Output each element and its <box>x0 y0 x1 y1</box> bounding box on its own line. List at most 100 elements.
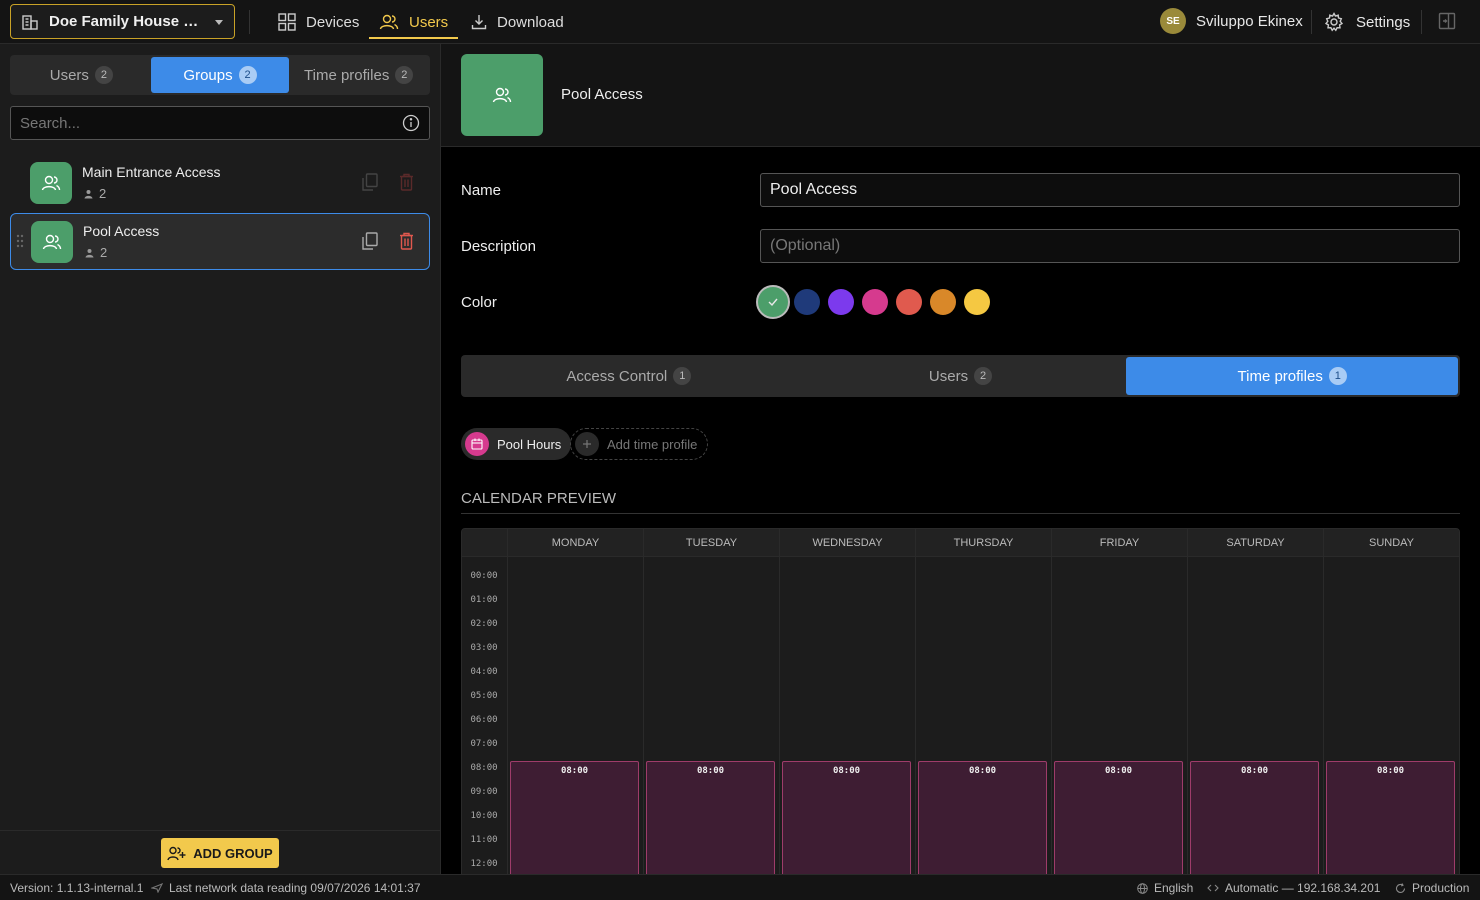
divider <box>461 513 1460 514</box>
color-label: Color <box>461 294 497 311</box>
group-name: Main Entrance Access <box>82 164 221 180</box>
calendar-block-start: 08:00 <box>1104 766 1133 776</box>
nav-users[interactable]: Users <box>368 0 459 44</box>
search-box <box>10 106 430 140</box>
duplicate-icon[interactable] <box>362 232 378 250</box>
tab-time-profiles-label: Time profiles <box>1237 367 1323 385</box>
status-bar: Version: 1.1.13-internal.1 Last network … <box>0 874 1480 900</box>
calendar-hour-label: 12:00 <box>470 859 498 869</box>
group-count-value: 2 <box>99 186 107 201</box>
calendar-day-header: SUNDAY <box>1323 529 1459 557</box>
project-selector[interactable]: Doe Family House Pro... <box>10 4 235 39</box>
calendar-time-block[interactable]: 08:00 <box>1326 761 1455 874</box>
color-swatch[interactable] <box>862 289 888 315</box>
calendar-time-block[interactable]: 08:00 <box>1054 761 1183 874</box>
language-selector[interactable]: English <box>1137 881 1193 895</box>
color-swatch[interactable] <box>896 289 922 315</box>
info-icon[interactable] <box>402 114 420 132</box>
color-swatch[interactable] <box>930 289 956 315</box>
calendar-block-start: 08:00 <box>560 766 589 776</box>
user-menu[interactable]: SE Sviluppo Ekinex <box>1160 8 1303 34</box>
trash-icon[interactable] <box>399 173 414 191</box>
duplicate-icon[interactable] <box>362 173 378 191</box>
nav-devices[interactable]: Devices <box>278 0 359 44</box>
calendar-hour-label: 11:00 <box>470 835 498 845</box>
calendar-block-start: 08:00 <box>696 766 725 776</box>
caret-down-icon <box>215 19 223 25</box>
tab-users-label: Users <box>49 66 89 84</box>
signal-icon <box>151 883 163 893</box>
calendar-time-block[interactable]: 08:00 <box>1190 761 1319 874</box>
users-icon <box>492 87 512 103</box>
tab-users[interactable]: Users 2 <box>795 357 1127 395</box>
check-icon <box>768 298 778 307</box>
tab-groups[interactable]: Groups 2 <box>150 57 290 93</box>
calendar-hour-label: 10:00 <box>470 811 498 821</box>
group-avatar-large <box>461 54 543 136</box>
tab-time-profiles-count: 2 <box>395 66 414 84</box>
calendar-hour-label: 08:00 <box>470 763 498 773</box>
calendar-preview: MONDAY TUESDAY WEDNESDAY THURSDAY FRIDAY SATU… <box>461 528 1460 874</box>
project-name: Doe Family House Pro... <box>49 13 204 30</box>
gear-icon <box>1324 12 1344 32</box>
calendar-hour-label: 02:00 <box>470 619 498 629</box>
environment-text: Production <box>1412 881 1470 895</box>
group-name: Pool Access <box>83 223 160 239</box>
nav-users-label: Users <box>409 13 449 31</box>
calendar-hour-label: 01:00 <box>470 595 498 605</box>
calendar-hour-label: 00:00 <box>470 571 498 581</box>
tab-users-label: Users <box>928 367 969 385</box>
trash-icon[interactable] <box>399 232 414 250</box>
avatar: SE <box>1160 8 1186 34</box>
calendar-block-start: 08:00 <box>832 766 861 776</box>
time-profile-chip[interactable]: Pool Hours <box>461 428 572 460</box>
list-item[interactable]: Pool Access 2 <box>10 213 430 270</box>
calendar-time-block[interactable]: 08:00 <box>646 761 775 874</box>
color-swatch[interactable] <box>828 289 854 315</box>
tab-time-profiles[interactable]: Time profiles 2 <box>289 57 428 93</box>
calendar-time-block[interactable]: 08:00 <box>782 761 911 874</box>
drag-handle-icon[interactable] <box>16 234 24 248</box>
plus-icon <box>575 432 599 456</box>
color-swatch[interactable] <box>756 285 790 319</box>
calendar-corner <box>462 529 507 557</box>
group-avatar <box>30 162 72 204</box>
calendar-day-header: SATURDAY <box>1187 529 1323 557</box>
calendar-block-start: 08:00 <box>968 766 997 776</box>
list-item[interactable]: Main Entrance Access 2 <box>10 155 430 212</box>
tab-time-profiles[interactable]: Time profiles 1 <box>1126 357 1459 395</box>
name-field[interactable] <box>760 173 1460 207</box>
left-panel: Users 2 Groups 2 Time profiles 2 Main En… <box>0 44 441 874</box>
tab-groups-label: Groups <box>183 66 233 84</box>
tab-access-control[interactable]: Access Control 1 <box>463 357 795 395</box>
nav-download[interactable]: Download <box>471 0 564 44</box>
logout-icon[interactable] <box>1438 12 1456 30</box>
tab-access-control-label: Access Control <box>566 367 668 385</box>
time-profile-chip-label: Pool Hours <box>497 436 562 452</box>
calendar-time-block[interactable]: 08:00 <box>510 761 639 874</box>
calendar-time-block[interactable]: 08:00 <box>918 761 1047 874</box>
calendar-hour-label: 05:00 <box>470 691 498 701</box>
detail-tabs: Access Control 1 Users 2 Time profiles 1 <box>461 355 1460 397</box>
connection-text: Automatic — 192.168.34.201 <box>1225 881 1381 895</box>
users-icon <box>41 175 61 191</box>
search-input[interactable] <box>20 114 402 132</box>
add-time-profile-button[interactable]: Add time profile <box>570 428 709 460</box>
tab-time-profiles-label: Time profiles <box>304 66 390 84</box>
calendar-day-header: WEDNESDAY <box>779 529 915 557</box>
group-member-count: 2 <box>84 186 106 201</box>
settings-button[interactable]: Settings <box>1324 0 1410 44</box>
description-field[interactable] <box>760 229 1460 263</box>
list-tabs: Users 2 Groups 2 Time profiles 2 <box>10 55 430 95</box>
page-title: Pool Access <box>561 86 643 103</box>
divider <box>1421 10 1422 34</box>
add-users-icon <box>167 846 186 860</box>
refresh-icon <box>1395 882 1406 893</box>
color-swatch[interactable] <box>964 289 990 315</box>
add-group-button[interactable]: ADD GROUP <box>161 838 279 868</box>
name-label: Name <box>461 182 502 199</box>
color-swatch[interactable] <box>794 289 820 315</box>
tab-users[interactable]: Users 2 <box>12 57 151 93</box>
calendar-hour-label: 07:00 <box>470 739 498 749</box>
grid-icon <box>278 13 296 31</box>
